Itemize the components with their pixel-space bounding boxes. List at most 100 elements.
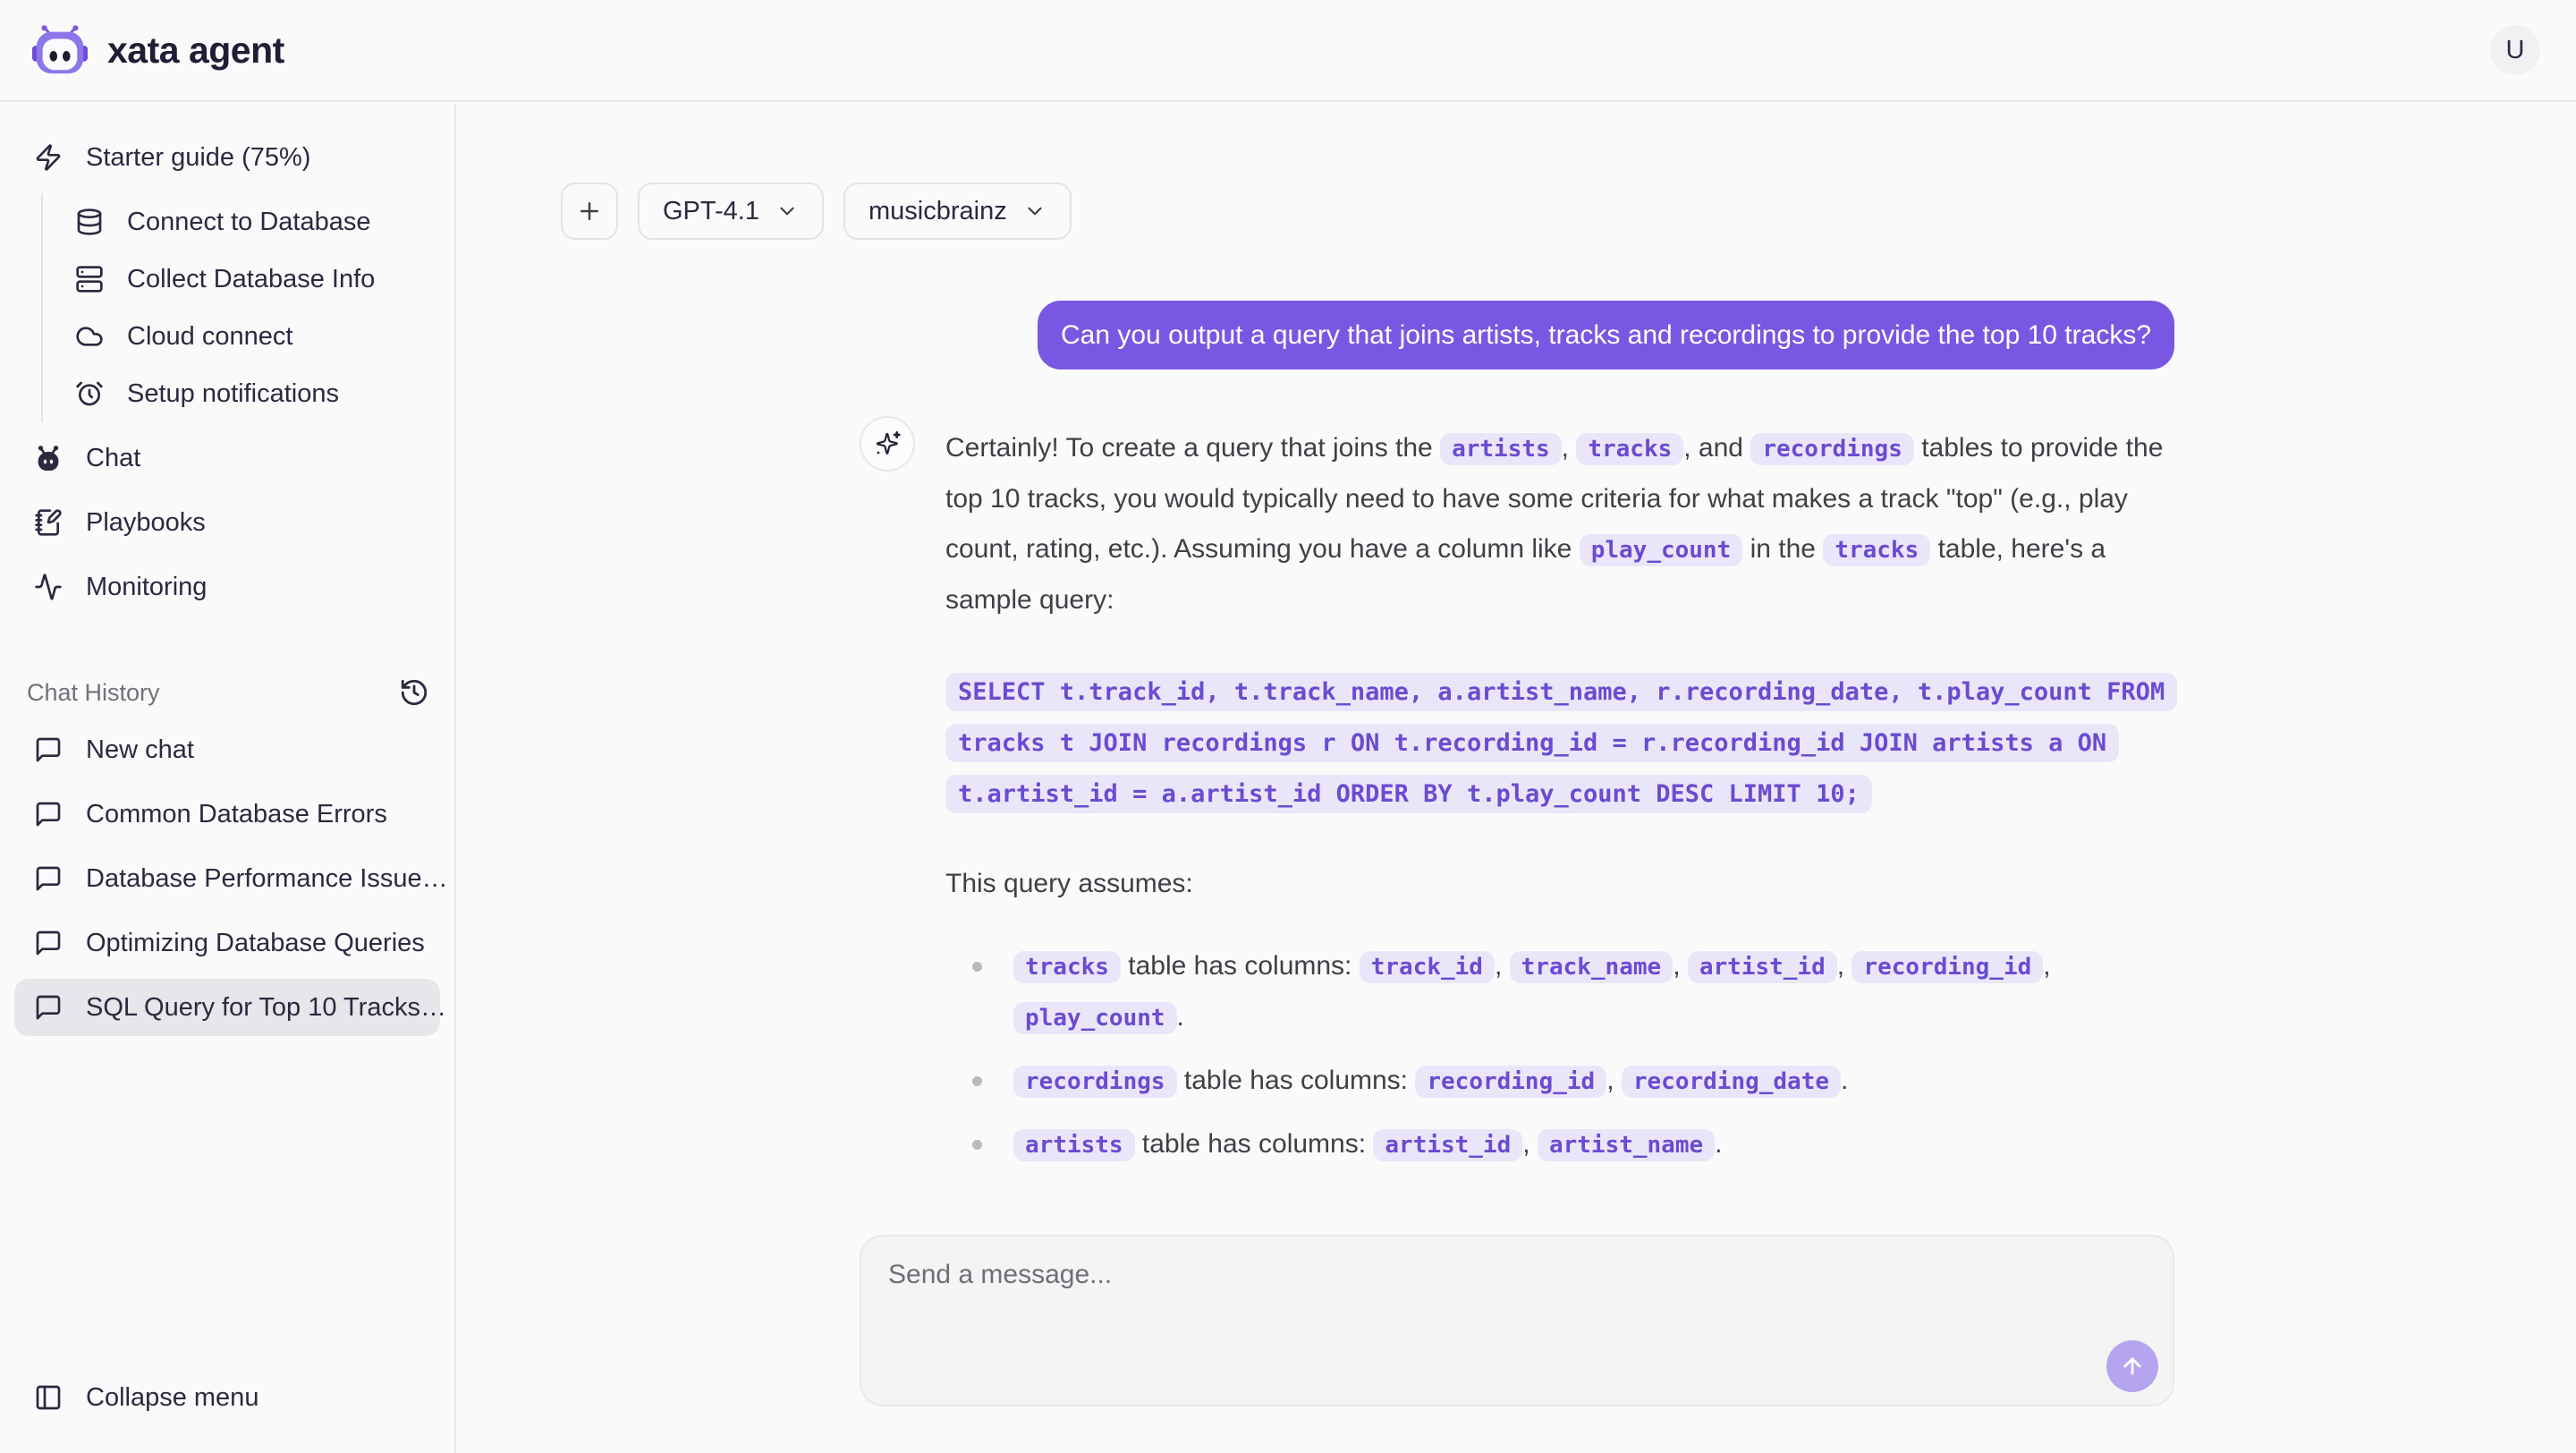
new-chat-button[interactable] <box>561 183 618 240</box>
bullet-dot <box>972 962 982 972</box>
inline-code-chip: track_name <box>1510 951 1674 983</box>
user-message-row: Can you output a query that joins artist… <box>860 301 2174 370</box>
user-message-bubble: Can you output a query that joins artist… <box>1038 301 2174 370</box>
app-title: xata agent <box>107 30 284 72</box>
cloud-icon <box>75 322 104 351</box>
sidebar-item-label: Collect Database Info <box>127 265 375 294</box>
activity-icon <box>34 573 63 601</box>
inline-code-chip: artist_name <box>1538 1129 1715 1161</box>
sidebar-item-label: Chat <box>86 444 140 473</box>
sidebar-item-label: Starter guide (75%) <box>86 143 310 173</box>
sidebar-item-label: Connect to Database <box>127 208 370 237</box>
sidebar-item-common-database-errors[interactable]: Common Database Errors <box>14 786 440 843</box>
sidebar-item-starter-guide[interactable]: Starter guide (75%) <box>14 129 440 186</box>
inline-code-chip: recording_id <box>1415 1066 1606 1098</box>
sidebar-item-label: Common Database Errors <box>86 800 387 829</box>
list-item: tracks table has columns: track_id, trac… <box>945 941 2174 1043</box>
database-icon <box>75 208 104 236</box>
sidebar-item-label: Collapse menu <box>86 1383 258 1413</box>
inline-code-chip: recording_id <box>1852 951 2043 983</box>
message-square-icon <box>34 800 63 828</box>
sparkles-icon <box>873 429 902 458</box>
sidebar-item-label: Monitoring <box>86 573 207 602</box>
inline-code-chip: recordings <box>1013 1066 1177 1098</box>
sidebar-item-label: New chat <box>86 735 194 765</box>
xata-robot-icon <box>32 24 88 76</box>
sidebar-item-database-performance-issue[interactable]: Database Performance Issue… <box>14 850 440 907</box>
notebook-pen-icon <box>34 508 63 537</box>
arrow-up-icon <box>2120 1354 2145 1379</box>
inline-code-chip: play_count <box>1580 534 1743 566</box>
message-list: Can you output a query that joins artist… <box>860 104 2174 1183</box>
inline-code-chip: artist_id <box>1688 951 1837 983</box>
sql-query-code: SELECT t.track_id, t.track_name, a.artis… <box>945 673 2177 813</box>
list-item: artists table has columns: artist_id, ar… <box>945 1119 2174 1170</box>
assistant-intro-paragraph: Certainly! To create a query that joins … <box>945 423 2174 625</box>
model-selector[interactable]: GPT-4.1 <box>638 183 824 240</box>
assistant-message-content: Certainly! To create a query that joins … <box>945 416 2174 1183</box>
inline-code-chip: tracks <box>1013 951 1121 983</box>
inline-code-chip: track_id <box>1360 951 1495 983</box>
assistant-message-row: Certainly! To create a query that joins … <box>860 416 2174 1183</box>
sidebar: Starter guide (75%) Connect to Database … <box>0 104 456 1453</box>
sidebar-item-cloud-connect[interactable]: Cloud connect <box>43 308 440 365</box>
sql-query-block: SELECT t.track_id, t.track_name, a.artis… <box>945 667 2174 820</box>
inline-code-chip: play_count <box>1013 1002 1177 1034</box>
history-icon[interactable] <box>399 676 431 709</box>
inline-code-chip: recordings <box>1750 433 1914 465</box>
robot-icon <box>34 444 63 472</box>
sidebar-item-new-chat[interactable]: New chat <box>14 721 440 778</box>
app-header: xata agent U <box>0 0 2576 102</box>
bullet-dot <box>972 1076 982 1086</box>
bullet-dot <box>972 1140 982 1150</box>
panel-left-icon <box>34 1383 63 1412</box>
chat-history-title: Chat History <box>27 679 160 707</box>
sidebar-item-chat[interactable]: Chat <box>14 429 440 487</box>
message-square-icon <box>34 993 63 1022</box>
assistant-avatar <box>860 416 915 472</box>
model-selector-value: GPT-4.1 <box>663 197 759 226</box>
sidebar-item-label: Playbooks <box>86 508 206 538</box>
chat-history-header: Chat History <box>14 676 440 709</box>
sidebar-item-sql-query-top-10-tracks[interactable]: SQL Query for Top 10 Tracks… <box>14 979 440 1036</box>
sidebar-item-playbooks[interactable]: Playbooks <box>14 494 440 551</box>
starter-guide-subitems: Connect to Database Collect Database Inf… <box>41 193 440 422</box>
message-input[interactable] <box>861 1236 2173 1405</box>
sidebar-item-optimizing-database-queries[interactable]: Optimizing Database Queries <box>14 914 440 972</box>
database-selector[interactable]: musicbrainz <box>843 183 1072 240</box>
message-square-icon <box>34 929 63 957</box>
list-item: recordings table has columns: recording_… <box>945 1056 2174 1107</box>
assumes-paragraph: This query assumes: <box>945 859 2174 909</box>
plus-icon <box>576 198 603 225</box>
assumptions-list: tracks table has columns: track_id, trac… <box>945 941 2174 1170</box>
alarm-clock-icon <box>75 379 104 408</box>
list-item-text: recordings table has columns: recording_… <box>1013 1066 1848 1095</box>
inline-code-chip: artists <box>1013 1129 1135 1161</box>
sidebar-item-connect-to-database[interactable]: Connect to Database <box>43 193 440 251</box>
sidebar-item-label: Setup notifications <box>127 379 339 409</box>
user-avatar[interactable]: U <box>2490 25 2540 75</box>
list-item-text: artists table has columns: artist_id, ar… <box>1013 1129 1722 1159</box>
sidebar-item-label: SQL Query for Top 10 Tracks… <box>86 993 446 1023</box>
zap-icon <box>34 143 63 172</box>
app-logo[interactable]: xata agent <box>32 24 284 76</box>
server-icon <box>75 265 104 293</box>
sidebar-item-monitoring[interactable]: Monitoring <box>14 558 440 616</box>
send-button[interactable] <box>2106 1340 2158 1392</box>
collapse-menu-button[interactable]: Collapse menu <box>14 1369 440 1426</box>
chat-toolbar: GPT-4.1 musicbrainz <box>561 183 1072 240</box>
inline-code-chip: artist_id <box>1373 1129 1522 1161</box>
sidebar-item-label: Cloud connect <box>127 322 292 352</box>
sidebar-item-label: Database Performance Issue… <box>86 864 448 894</box>
chat-main: GPT-4.1 musicbrainz Can you output a que… <box>458 104 2576 1453</box>
sidebar-footer: Collapse menu <box>14 1369 440 1426</box>
message-composer <box>860 1235 2174 1406</box>
sidebar-item-collect-database-info[interactable]: Collect Database Info <box>43 251 440 308</box>
chevron-down-icon <box>775 200 799 223</box>
inline-code-chip: artists <box>1440 433 1562 465</box>
inline-code-chip: tracks <box>1823 534 1930 566</box>
list-item-text: tracks table has columns: track_id, trac… <box>1013 951 2051 1032</box>
message-square-icon <box>34 864 63 893</box>
message-square-icon <box>34 735 63 764</box>
sidebar-item-setup-notifications[interactable]: Setup notifications <box>43 365 440 422</box>
